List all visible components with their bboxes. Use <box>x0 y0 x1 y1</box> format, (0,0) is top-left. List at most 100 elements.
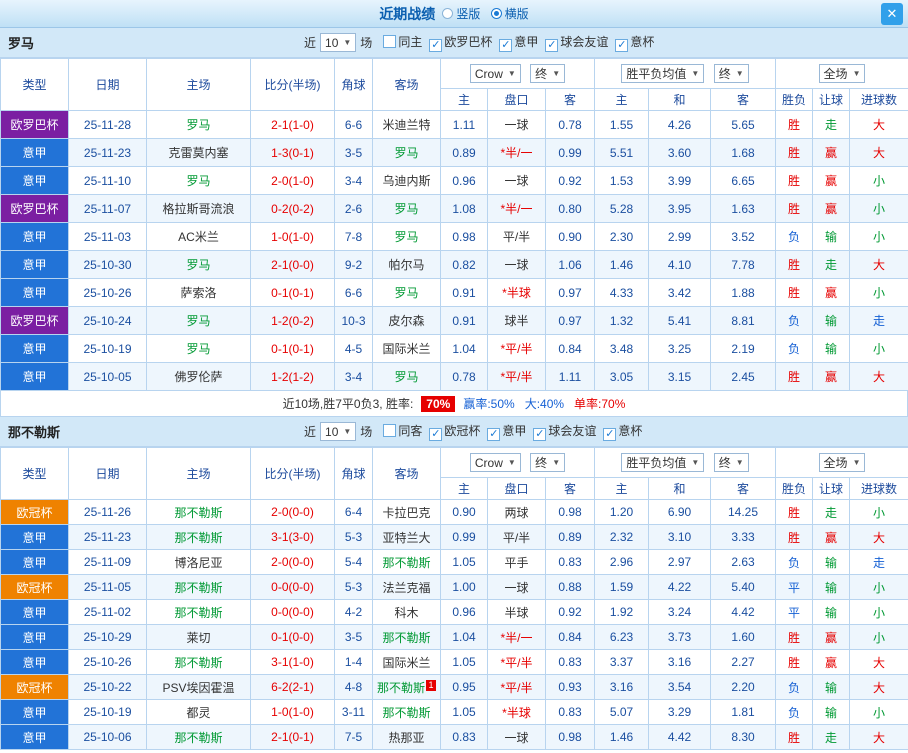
home-team: 莱切 <box>146 624 251 650</box>
chevron-down-icon: ▼ <box>507 69 516 79</box>
asia-home-odds: 0.89 <box>440 138 488 167</box>
odds-time-select[interactable]: 终 ▼ <box>530 63 566 83</box>
match-score: 6-2(2-1) <box>250 674 335 700</box>
result-goals: 走 <box>849 306 908 335</box>
result-wdl: 负 <box>775 699 814 725</box>
away-team: 国际米兰 <box>372 334 441 363</box>
filter-checkbox-同主[interactable] <box>383 35 397 48</box>
europe-home-odds: 2.32 <box>594 524 650 550</box>
result-handicap: 赢 <box>812 624 851 650</box>
europe-odds-select[interactable]: 胜平负均值 ▼ <box>621 453 705 472</box>
radio-vertical-label[interactable]: 竖版 <box>456 7 480 21</box>
col-away: 客场 <box>372 58 441 111</box>
col-score: 比分(半场) <box>250 58 335 111</box>
league-type-badge: 意甲 <box>0 166 69 195</box>
result-wdl: 胜 <box>775 649 814 675</box>
bookmaker-select[interactable]: Crow ▼ <box>469 453 521 473</box>
match-score: 0-1(0-0) <box>250 624 335 650</box>
europe-home-odds: 3.16 <box>594 674 650 700</box>
europe-away-odds: 2.27 <box>710 649 777 675</box>
radio-horizontal[interactable] <box>490 8 502 19</box>
handicap-line: *半/一 <box>487 194 546 223</box>
match-score: 2-1(0-1) <box>250 724 335 750</box>
filter-checkbox-欧冠杯[interactable]: ✓ <box>429 428 443 441</box>
match-score: 0-0(0-0) <box>250 574 335 600</box>
col-date: 日期 <box>68 447 147 500</box>
odds-time-select[interactable]: 终 ▼ <box>530 452 566 472</box>
result-handicap: 赢 <box>812 524 851 550</box>
radio-vertical[interactable] <box>442 8 454 19</box>
col-away: 客场 <box>372 447 441 500</box>
europe-away-odds: 1.88 <box>710 278 777 307</box>
result-goals: 小 <box>849 194 908 223</box>
filter-checkbox-同客[interactable] <box>383 424 397 437</box>
match-row: 欧冠杯 25-10-22 PSV埃因霍温 6-2(2-1) 4-8 那不勒斯 1 0.95 *平… <box>0 674 908 700</box>
filter-checkbox-球会友谊[interactable]: ✓ <box>545 39 559 52</box>
corner-score: 3-5 <box>334 138 373 167</box>
europe-odds-select[interactable]: 胜平负均值 ▼ <box>621 64 705 83</box>
away-team: 卡拉巴克 <box>372 499 441 525</box>
match-score: 2-0(0-0) <box>250 499 335 525</box>
scope-select[interactable]: 全场 ▼ <box>818 64 866 83</box>
home-team: 罗马 <box>146 334 251 363</box>
corner-score: 9-2 <box>334 250 373 279</box>
europe-time-select[interactable]: 终 ▼ <box>713 64 749 83</box>
asia-away-odds: 0.98 <box>544 499 596 525</box>
europe-home-odds: 4.33 <box>594 278 650 307</box>
match-row: 意甲 25-10-26 那不勒斯 3-1(1-0) 1-4 国际米兰 1.05 *平/半 0.8… <box>0 649 908 675</box>
result-handicap: 走 <box>812 724 851 750</box>
filter-label: 意杯 <box>630 35 655 49</box>
radio-horizontal-label[interactable]: 横版 <box>505 7 529 21</box>
col-result-handicap: 让球 <box>812 88 851 111</box>
match-date: 25-11-02 <box>68 599 147 625</box>
result-wdl: 胜 <box>775 278 814 307</box>
filter-checkbox-意甲[interactable]: ✓ <box>499 39 513 52</box>
result-goals: 大 <box>849 250 908 279</box>
dialog-title: 近期战绩 <box>379 5 436 22</box>
corner-score: 3-4 <box>334 362 373 391</box>
filter-checkbox-球会友谊[interactable]: ✓ <box>533 428 547 441</box>
bookmaker-select[interactable]: Crow ▼ <box>469 64 521 84</box>
home-team: 都灵 <box>146 699 251 725</box>
match-date: 25-10-05 <box>68 362 147 391</box>
corner-score: 4-8 <box>334 674 373 700</box>
matches-table-napoli: 类型 日期 主场 比分(半场) 角球 客场 Crow ▼ 终 ▼ 胜平负均值 ▼ 终 ▼… <box>0 447 908 750</box>
result-goals: 小 <box>849 334 908 363</box>
scope-select[interactable]: 全场 ▼ <box>818 453 866 472</box>
summary-stat: 单率:70% <box>574 397 626 411</box>
corner-score: 5-3 <box>334 574 373 600</box>
filter-label: 意甲 <box>514 35 539 49</box>
handicap-line: *半/一 <box>487 138 546 167</box>
filter-checkbox-意杯[interactable]: ✓ <box>603 428 617 441</box>
asia-away-odds: 0.92 <box>544 599 596 625</box>
match-score: 2-1(1-0) <box>250 110 335 139</box>
match-row: 意甲 25-10-05 佛罗伦萨 1-2(1-2) 3-4 罗马 0.78 *平/半 1.11 3… <box>0 362 908 391</box>
home-team: 克雷莫内塞 <box>146 138 251 167</box>
europe-draw-odds: 4.10 <box>648 250 712 279</box>
result-handicap: 走 <box>812 250 851 279</box>
result-goals: 小 <box>849 574 908 600</box>
europe-away-odds: 6.65 <box>710 166 777 195</box>
league-type-badge: 意甲 <box>0 250 69 279</box>
match-count-select[interactable]: 10 ▼ <box>320 422 357 441</box>
match-date: 25-11-23 <box>68 524 147 550</box>
col-asia-home: 主 <box>440 88 488 111</box>
asia-home-odds: 0.91 <box>440 306 488 335</box>
filter-checkbox-意甲[interactable]: ✓ <box>487 428 501 441</box>
handicap-line: *平/半 <box>487 674 546 700</box>
handicap-line: *半/一 <box>487 624 546 650</box>
asia-home-odds: 0.78 <box>440 362 488 391</box>
chevron-down-icon: ▼ <box>852 458 861 467</box>
filter-checkbox-欧罗巴杯[interactable]: ✓ <box>429 39 443 52</box>
europe-time-select[interactable]: 终 ▼ <box>713 453 749 472</box>
col-asia-away: 客 <box>544 88 596 111</box>
close-icon[interactable]: ✕ <box>881 3 903 25</box>
result-wdl: 胜 <box>775 110 814 139</box>
europe-away-odds: 8.81 <box>710 306 777 335</box>
home-team: 那不勒斯 <box>146 649 251 675</box>
result-wdl: 胜 <box>775 362 814 391</box>
away-team: 皮尔森 <box>372 306 441 335</box>
match-count-select[interactable]: 10 ▼ <box>320 33 357 52</box>
home-team: 罗马 <box>146 250 251 279</box>
filter-checkbox-意杯[interactable]: ✓ <box>615 39 629 52</box>
